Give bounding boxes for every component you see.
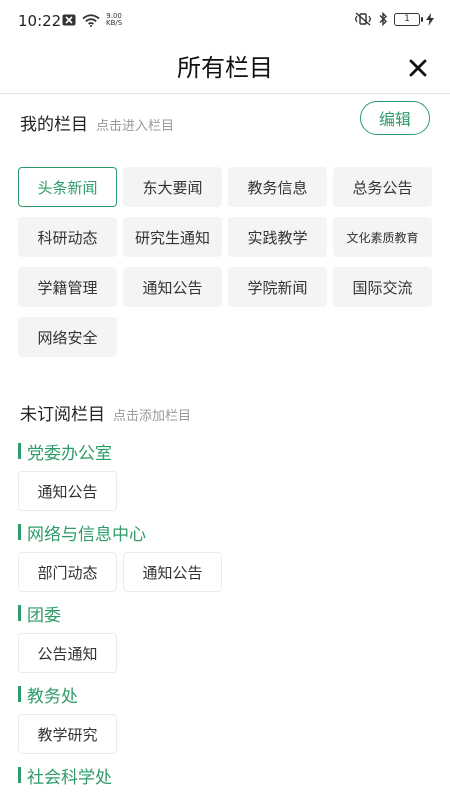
edit-button[interactable]: 编辑 xyxy=(360,101,430,135)
channel-chip[interactable]: 文化素质教育 xyxy=(333,217,432,257)
close-button[interactable] xyxy=(404,54,432,82)
add-channel-chip[interactable]: 通知公告 xyxy=(123,552,222,592)
status-icons-left: 9.00 KB/S xyxy=(62,13,122,27)
channel-group-name: 团委 xyxy=(27,605,61,626)
status-icons-right: 1 xyxy=(354,12,434,26)
battery-icon: 1 xyxy=(394,12,423,26)
channel-group-title: 教务处 xyxy=(18,682,117,707)
add-channel-chip[interactable]: 部门动态 xyxy=(18,552,117,592)
channel-group: 党委办公室 通知公告 xyxy=(18,439,117,511)
status-time: 10:22 xyxy=(18,12,62,30)
channel-group: 团委 公告通知 xyxy=(18,601,117,673)
page-title: 所有栏目 xyxy=(177,54,273,82)
group-marker xyxy=(18,605,21,621)
channel-chip[interactable]: 总务公告 xyxy=(333,167,432,207)
group-marker xyxy=(18,686,21,702)
channel-chip[interactable]: 实践教学 xyxy=(228,217,327,257)
network-speed: 9.00 KB/S xyxy=(106,13,122,27)
my-channels-header: 我的栏目 点击进入栏目 xyxy=(20,110,174,135)
add-channel-chip[interactable]: 教学研究 xyxy=(18,714,117,754)
wifi-icon xyxy=(82,13,100,27)
group-marker xyxy=(18,767,21,783)
channel-group-title: 团委 xyxy=(18,601,117,626)
my-channels-grid: 头条新闻 东大要闻 教务信息 总务公告 科研动态 研究生通知 实践教学 文化素质… xyxy=(18,167,433,357)
channel-chip[interactable]: 头条新闻 xyxy=(18,167,117,207)
channel-group-name: 网络与信息中心 xyxy=(27,524,146,545)
channel-chip[interactable]: 科研动态 xyxy=(18,217,117,257)
channel-chip[interactable]: 通知公告 xyxy=(123,267,222,307)
channel-group-items: 教学研究 xyxy=(18,714,117,754)
charging-icon xyxy=(426,12,434,26)
channel-chip[interactable]: 学籍管理 xyxy=(18,267,117,307)
page-header: 所有栏目 xyxy=(0,40,450,94)
channel-chip[interactable]: 网络安全 xyxy=(18,317,117,357)
network-speed-unit: KB/S xyxy=(106,19,123,27)
channel-chip[interactable]: 教务信息 xyxy=(228,167,327,207)
channel-group-title: 网络与信息中心 xyxy=(18,520,222,545)
channel-group-name: 教务处 xyxy=(27,686,78,707)
channel-chip[interactable]: 研究生通知 xyxy=(123,217,222,257)
channel-chip[interactable]: 国际交流 xyxy=(333,267,432,307)
unsubscribed-title: 未订阅栏目 xyxy=(20,405,105,425)
my-channels-title: 我的栏目 xyxy=(20,115,88,135)
channel-group-title: 党委办公室 xyxy=(18,439,117,464)
notification-icon xyxy=(62,14,76,26)
group-marker xyxy=(18,443,21,459)
channel-group-items: 部门动态 通知公告 xyxy=(18,552,222,592)
channel-group: 网络与信息中心 部门动态 通知公告 xyxy=(18,520,222,592)
channel-group-name: 党委办公室 xyxy=(27,443,112,464)
channel-group-name: 社会科学处 xyxy=(27,767,112,788)
channel-group-items: 通知公告 xyxy=(18,471,117,511)
vibrate-icon xyxy=(354,12,372,26)
channel-group: 教务处 教学研究 xyxy=(18,682,117,754)
close-icon xyxy=(409,59,427,77)
channel-group-items: 公告通知 xyxy=(18,633,117,673)
status-bar: 10:22 9.00 KB/S 1 xyxy=(0,0,450,40)
group-marker xyxy=(18,524,21,540)
add-channel-chip[interactable]: 通知公告 xyxy=(18,471,117,511)
unsubscribed-hint: 点击添加栏目 xyxy=(113,409,192,424)
bluetooth-icon xyxy=(379,12,387,26)
channel-group-title: 社会科学处 xyxy=(18,763,112,788)
add-channel-chip[interactable]: 公告通知 xyxy=(18,633,117,673)
channel-chip[interactable]: 东大要闻 xyxy=(123,167,222,207)
channel-chip[interactable]: 学院新闻 xyxy=(228,267,327,307)
channel-group: 社会科学处 xyxy=(18,763,112,788)
my-channels-hint: 点击进入栏目 xyxy=(96,119,175,134)
unsubscribed-header: 未订阅栏目 点击添加栏目 xyxy=(20,400,191,425)
